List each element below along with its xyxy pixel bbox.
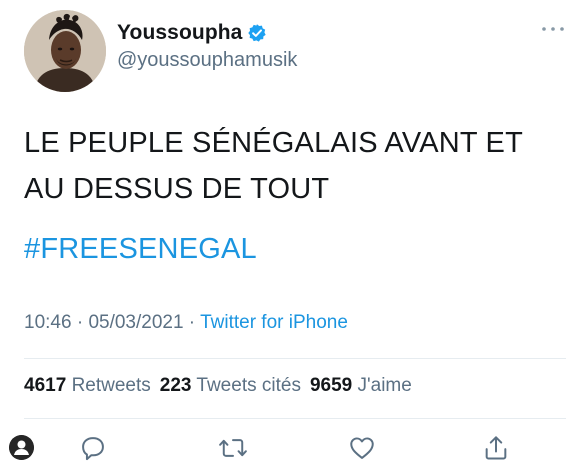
retweets-label: Retweets xyxy=(71,375,151,396)
hashtag-link[interactable]: #FREESENEGAL xyxy=(24,226,257,272)
tweet-actions xyxy=(0,434,588,463)
quotes-label: Tweets cités xyxy=(196,375,301,396)
tweet-source-link[interactable]: Twitter for iPhone xyxy=(200,312,348,333)
quotes-stat[interactable]: 223 Tweets cités xyxy=(160,375,301,396)
avatar-photo-icon xyxy=(24,10,106,92)
tweet-text-line-1: LE PEUPLE SÉNÉGALAIS AVANT ET xyxy=(24,127,523,159)
tweet-meta: 10:46 · 05/03/2021 · Twitter for iPhone xyxy=(24,308,348,338)
more-options-icon[interactable] xyxy=(540,22,566,34)
reply-icon[interactable] xyxy=(79,434,109,464)
tweet-text-line-2: AU DESSUS DE TOUT xyxy=(24,173,330,205)
tweet-time[interactable]: 10:46 xyxy=(24,312,72,333)
tweet-text: LE PEUPLE SÉNÉGALAIS AVANT ET AU DESSUS … xyxy=(24,120,564,212)
meta-separator: · xyxy=(183,312,201,333)
share-icon[interactable] xyxy=(482,434,512,464)
retweet-icon[interactable] xyxy=(218,434,248,464)
retweets-stat[interactable]: 4617 Retweets xyxy=(24,375,151,396)
likes-count: 9659 xyxy=(309,375,353,396)
divider xyxy=(24,358,566,359)
tweet-date[interactable]: 05/03/2021 xyxy=(88,312,183,333)
likes-stat[interactable]: 9659 J'aime xyxy=(310,375,412,396)
tweet-stats: 4617 Retweets 223 Tweets cités 9659 J'aime xyxy=(24,371,412,401)
display-name-row: Youssoupha xyxy=(117,18,297,48)
tweet-card: Youssoupha @youssouphamusik LE PEUPLE SÉ… xyxy=(0,0,588,463)
likes-label: J'aime xyxy=(357,375,412,396)
meta-separator: · xyxy=(71,312,89,333)
author-display-name[interactable]: Youssoupha xyxy=(117,21,242,45)
author-avatar[interactable] xyxy=(24,10,106,92)
verified-badge-icon xyxy=(247,23,267,43)
viewer-avatar-icon[interactable] xyxy=(9,435,34,460)
author-names: Youssoupha @youssouphamusik xyxy=(117,18,297,72)
author-handle[interactable]: @youssouphamusik xyxy=(117,49,297,72)
quotes-count: 223 xyxy=(159,375,192,396)
like-icon[interactable] xyxy=(347,434,377,464)
tweet-header: Youssoupha @youssouphamusik xyxy=(24,10,297,92)
divider xyxy=(24,418,566,419)
retweets-count: 4617 xyxy=(24,375,67,396)
